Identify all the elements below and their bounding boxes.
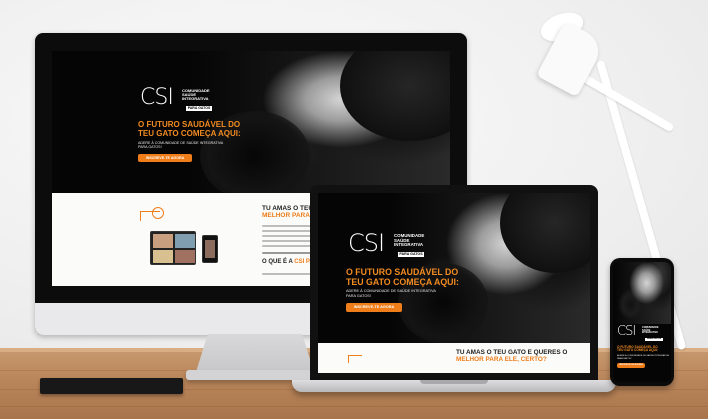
laptop-logo-tag: PARA GATOS [398, 252, 424, 257]
phone-hero-headline: O FUTURO SAUDÁVEL DO TEU GATO COMEÇA AQU… [617, 345, 658, 353]
laptop-intro-section: TU AMAS O TEU GATO E QUERES O MELHOR PAR… [318, 343, 590, 373]
decorative-circle [152, 207, 164, 219]
mockup-phone-image [202, 235, 218, 263]
hero-section: CSI COMUNIDADE SAÚDE INTEGRATIVA PARA GA… [52, 51, 450, 193]
monitor-stand [196, 334, 314, 372]
hero-subline: ADERE À COMUNIDADE DE SAÚDE INTEGRATIVA … [138, 141, 224, 150]
signup-cta-button[interactable]: INSCREVE-TE AGORA [138, 154, 192, 162]
phone-hero-photo [613, 262, 671, 324]
laptop-section-title: TU AMAS O TEU GATO E QUERES O MELHOR PAR… [456, 349, 568, 364]
monitor-stand-base [186, 370, 320, 380]
logo-tag: PARA GATOS [186, 106, 212, 111]
mockup-laptop-image [150, 231, 196, 265]
phone-logo-text: COMUNIDADE SAÚDE INTEGRATIVA [642, 326, 659, 335]
laptop: CSI COMUNIDADE SAÚDE INTEGRATIVA PARA GA… [310, 185, 598, 381]
laptop-hero-subline: ADERE À COMUNIDADE DE SAÚDE INTEGRATIVA … [346, 289, 436, 298]
phone-signup-cta-button[interactable]: INSCREVE-TE AGORA [617, 363, 645, 368]
phone-logo-tag: PARA GATOS [645, 338, 663, 341]
phone-screen: CSI COMUNIDADE SAÚDE INTEGRATIVA PARA GA… [613, 262, 671, 382]
logo-mark: CSI [140, 85, 174, 110]
hero-headline: O FUTURO SAUDÁVEL DO TEU GATO COMEÇA AQU… [138, 120, 241, 138]
smartphone: CSI COMUNIDADE SAÚDE INTEGRATIVA PARA GA… [610, 258, 674, 386]
laptop-logo-text: COMUNIDADE SAÚDE INTEGRATIVA [394, 233, 425, 248]
laptop-hero-headline: O FUTURO SAUDÁVEL DO TEU GATO COMEÇA AQU… [346, 267, 459, 287]
laptop-screen: CSI COMUNIDADE SAÚDE INTEGRATIVA PARA GA… [318, 193, 590, 373]
phone-logo-mark: CSI [617, 324, 636, 339]
logo-text: COMUNIDADE SAÚDE INTEGRATIVA [182, 88, 210, 102]
notebook [40, 378, 183, 394]
laptop-signup-cta-button[interactable]: INSCREVE-TE AGORA [346, 303, 402, 312]
laptop-notch [420, 380, 488, 384]
laptop-decorative-line [348, 355, 362, 363]
laptop-hero-section: CSI COMUNIDADE SAÚDE INTEGRATIVA PARA GA… [318, 193, 590, 343]
laptop-logo-mark: CSI [348, 229, 385, 257]
phone-hero-subline: ADERE À COMUNIDADE DE SAÚDE INTEGRATIVA … [617, 355, 669, 360]
phone-hero-section: CSI COMUNIDADE SAÚDE INTEGRATIVA PARA GA… [613, 262, 671, 382]
